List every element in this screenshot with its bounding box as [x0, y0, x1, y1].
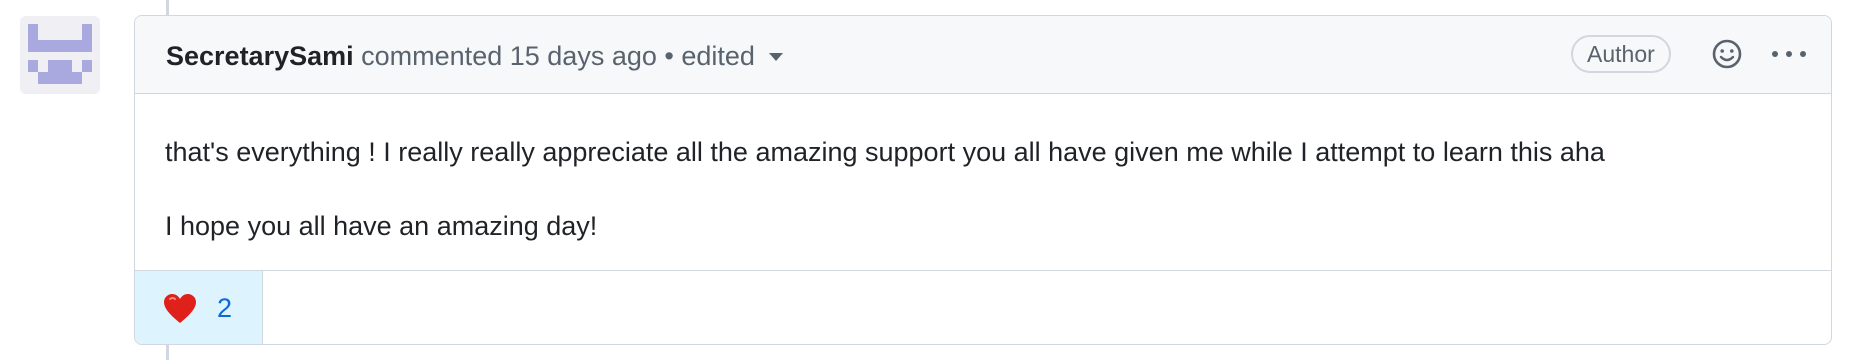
- author-link[interactable]: SecretarySami: [166, 41, 354, 71]
- author-badge: Author: [1571, 35, 1671, 73]
- reactions-bar: 2: [135, 270, 1831, 344]
- reaction-count: 2: [217, 293, 233, 323]
- more-options-icon[interactable]: [1769, 44, 1809, 64]
- heart-reaction-button[interactable]: 2: [135, 271, 263, 344]
- comment-action: commented: [361, 41, 503, 71]
- avatar[interactable]: [20, 16, 100, 94]
- smiley-icon[interactable]: [1709, 36, 1745, 72]
- edited-label: edited: [681, 41, 755, 71]
- caret-down-icon: [768, 52, 783, 61]
- comment-paragraph: I hope you all have an amazing day!: [165, 211, 598, 241]
- comment-body: that's everything ! I really really appr…: [165, 134, 1785, 244]
- comment-timestamp[interactable]: 15 days ago: [510, 41, 657, 71]
- comment-meta: SecretarySami commented 15 days ago • ed…: [166, 40, 783, 72]
- identicon-icon: [28, 24, 92, 84]
- edited-history-dropdown[interactable]: edited: [681, 41, 783, 71]
- comment-box: SecretarySami commented 15 days ago • ed…: [134, 15, 1832, 345]
- comment-paragraph: that's everything ! I really really appr…: [165, 137, 1605, 167]
- meta-separator: •: [664, 41, 674, 71]
- comment-header: SecretarySami commented 15 days ago • ed…: [135, 16, 1831, 94]
- heart-icon: [164, 294, 196, 323]
